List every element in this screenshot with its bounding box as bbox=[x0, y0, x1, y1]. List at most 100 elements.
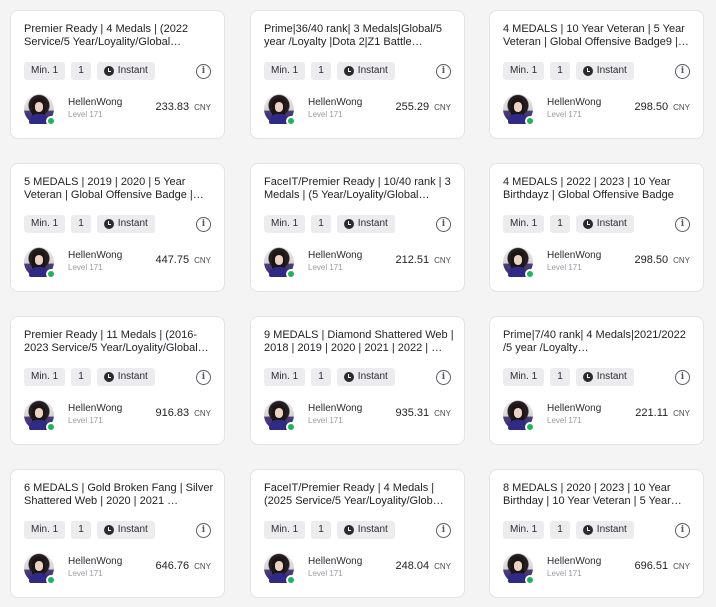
listing-card[interactable]: FaceIT/Premier Ready | 4 Medals | (2025 … bbox=[250, 469, 465, 598]
min-order-chip: Min. 1 bbox=[264, 368, 306, 386]
listing-card[interactable]: FaceIT/Premier Ready | 10/40 rank | 3 Me… bbox=[250, 163, 465, 292]
quantity-chip: 1 bbox=[311, 521, 331, 539]
delivery-label: Instant bbox=[357, 371, 388, 382]
listing-card[interactable]: Premier Ready | 4 Medals | (2022 Service… bbox=[10, 10, 225, 139]
info-icon[interactable]: i bbox=[675, 370, 690, 385]
clock-icon bbox=[582, 66, 593, 76]
listing-title[interactable]: 4 MEDALS | 10 Year Veteran | 5 Year Vete… bbox=[503, 23, 693, 49]
listing-title[interactable]: 8 MEDALS | 2020 | 2023 | 10 Year Birthda… bbox=[503, 482, 693, 508]
price: 248.04 CNY bbox=[395, 560, 451, 572]
avatar[interactable] bbox=[24, 553, 56, 585]
avatar[interactable] bbox=[24, 94, 56, 126]
info-icon[interactable]: i bbox=[675, 217, 690, 232]
avatar-face bbox=[514, 255, 522, 265]
avatar[interactable] bbox=[264, 247, 296, 279]
seller-level: Level 171 bbox=[68, 569, 103, 578]
info-icon[interactable]: i bbox=[196, 64, 211, 79]
delivery-label: Instant bbox=[117, 65, 148, 76]
listing-title[interactable]: Premier Ready | 4 Medals | (2022 Service… bbox=[24, 23, 214, 49]
avatar[interactable] bbox=[503, 94, 535, 126]
seller-name[interactable]: HellenWong bbox=[68, 97, 122, 109]
price-currency: CNY bbox=[434, 562, 451, 571]
seller-name[interactable]: HellenWong bbox=[68, 556, 122, 568]
clock-icon bbox=[582, 525, 593, 535]
price: 298.50 CNY bbox=[634, 254, 690, 266]
info-icon[interactable]: i bbox=[436, 370, 451, 385]
listing-title[interactable]: Premier Ready | 11 Medals | (2016-2023 S… bbox=[24, 329, 214, 355]
quantity-chip: 1 bbox=[311, 215, 331, 233]
price-currency: CNY bbox=[194, 562, 211, 571]
listing-title[interactable]: Prime|36/40 rank| 3 Medals|Global/5 year… bbox=[264, 23, 454, 49]
seller-name[interactable]: HellenWong bbox=[547, 250, 601, 262]
listing-card[interactable]: Premier Ready | 11 Medals | (2016-2023 S… bbox=[10, 316, 225, 445]
avatar[interactable] bbox=[264, 553, 296, 585]
avatar[interactable] bbox=[503, 247, 535, 279]
listing-card[interactable]: 8 MEDALS | 2020 | 2023 | 10 Year Birthda… bbox=[489, 469, 704, 598]
listing-title[interactable]: FaceIT/Premier Ready | 4 Medals | (2025 … bbox=[264, 482, 454, 508]
avatar-face bbox=[275, 102, 283, 112]
delivery-label: Instant bbox=[357, 65, 388, 76]
listing-title[interactable]: 4 MEDALS | 2022 | 2023 | 10 Year Birthda… bbox=[503, 176, 693, 202]
min-order-chip: Min. 1 bbox=[503, 215, 545, 233]
listing-card[interactable]: 4 MEDALS | 2022 | 2023 | 10 Year Birthda… bbox=[489, 163, 704, 292]
seller-level: Level 171 bbox=[68, 416, 103, 425]
price-currency: CNY bbox=[673, 256, 690, 265]
price-currency: CNY bbox=[673, 562, 690, 571]
listing-card[interactable]: 6 MEDALS | Gold Broken Fang | Silver Sha… bbox=[10, 469, 225, 598]
listing-card[interactable]: 5 MEDALS | 2019 | 2020 | 5 Year Veteran … bbox=[10, 163, 225, 292]
price-value: 298.50 bbox=[634, 254, 669, 266]
avatar[interactable] bbox=[264, 94, 296, 126]
seller-name[interactable]: HellenWong bbox=[308, 403, 362, 415]
seller-name[interactable]: HellenWong bbox=[68, 403, 122, 415]
listing-tags: Min. 1 1 Instant bbox=[503, 62, 634, 80]
listing-card[interactable]: Prime|36/40 rank| 3 Medals|Global/5 year… bbox=[250, 10, 465, 139]
seller-name[interactable]: HellenWong bbox=[547, 97, 601, 109]
min-order-chip: Min. 1 bbox=[24, 215, 66, 233]
online-status-dot bbox=[46, 422, 56, 432]
seller-info: HellenWong Level 171 bbox=[547, 250, 601, 273]
listing-card[interactable]: 4 MEDALS | 10 Year Veteran | 5 Year Vete… bbox=[489, 10, 704, 139]
price: 447.75 CNY bbox=[155, 254, 211, 266]
min-order-chip: Min. 1 bbox=[503, 368, 545, 386]
avatar[interactable] bbox=[503, 400, 535, 432]
seller-name[interactable]: HellenWong bbox=[308, 556, 362, 568]
info-icon[interactable]: i bbox=[436, 64, 451, 79]
avatar[interactable] bbox=[503, 553, 535, 585]
info-icon[interactable]: i bbox=[675, 64, 690, 79]
avatar[interactable] bbox=[264, 400, 296, 432]
quantity-chip: 1 bbox=[311, 62, 331, 80]
delivery-chip: Instant bbox=[336, 521, 395, 539]
info-icon[interactable]: i bbox=[196, 217, 211, 232]
seller-name[interactable]: HellenWong bbox=[68, 250, 122, 262]
avatar-face bbox=[514, 102, 522, 112]
price-value: 447.75 bbox=[155, 254, 190, 266]
price-value: 255.29 bbox=[395, 101, 430, 113]
avatar[interactable] bbox=[24, 247, 56, 279]
seller-name[interactable]: HellenWong bbox=[308, 97, 362, 109]
info-icon[interactable]: i bbox=[675, 523, 690, 538]
seller-info: HellenWong Level 171 bbox=[547, 556, 601, 579]
seller-info: HellenWong Level 171 bbox=[308, 403, 362, 426]
listing-title[interactable]: 5 MEDALS | 2019 | 2020 | 5 Year Veteran … bbox=[24, 176, 214, 202]
info-icon[interactable]: i bbox=[436, 217, 451, 232]
listing-tags: Min. 1 1 Instant bbox=[503, 215, 634, 233]
listing-title[interactable]: 6 MEDALS | Gold Broken Fang | Silver Sha… bbox=[24, 482, 214, 508]
info-icon[interactable]: i bbox=[196, 370, 211, 385]
listing-title[interactable]: Prime|7/40 rank| 4 Medals|2021/2022 /5 y… bbox=[503, 329, 693, 355]
listing-title[interactable]: 9 MEDALS | Diamond Shattered Web | 2018 … bbox=[264, 329, 454, 355]
quantity-chip: 1 bbox=[550, 521, 570, 539]
listing-card[interactable]: 9 MEDALS | Diamond Shattered Web | 2018 … bbox=[250, 316, 465, 445]
seller-name[interactable]: HellenWong bbox=[308, 250, 362, 262]
price-value: 696.51 bbox=[634, 560, 669, 572]
online-status-dot bbox=[46, 116, 56, 126]
listing-title[interactable]: FaceIT/Premier Ready | 10/40 rank | 3 Me… bbox=[264, 176, 454, 202]
avatar[interactable] bbox=[24, 400, 56, 432]
delivery-chip: Instant bbox=[96, 368, 155, 386]
seller-name[interactable]: HellenWong bbox=[547, 556, 601, 568]
delivery-chip: Instant bbox=[96, 215, 155, 233]
info-icon[interactable]: i bbox=[436, 523, 451, 538]
listing-card[interactable]: Prime|7/40 rank| 4 Medals|2021/2022 /5 y… bbox=[489, 316, 704, 445]
info-icon[interactable]: i bbox=[196, 523, 211, 538]
seller-level: Level 171 bbox=[547, 263, 582, 272]
seller-name[interactable]: HellenWong bbox=[547, 403, 601, 415]
